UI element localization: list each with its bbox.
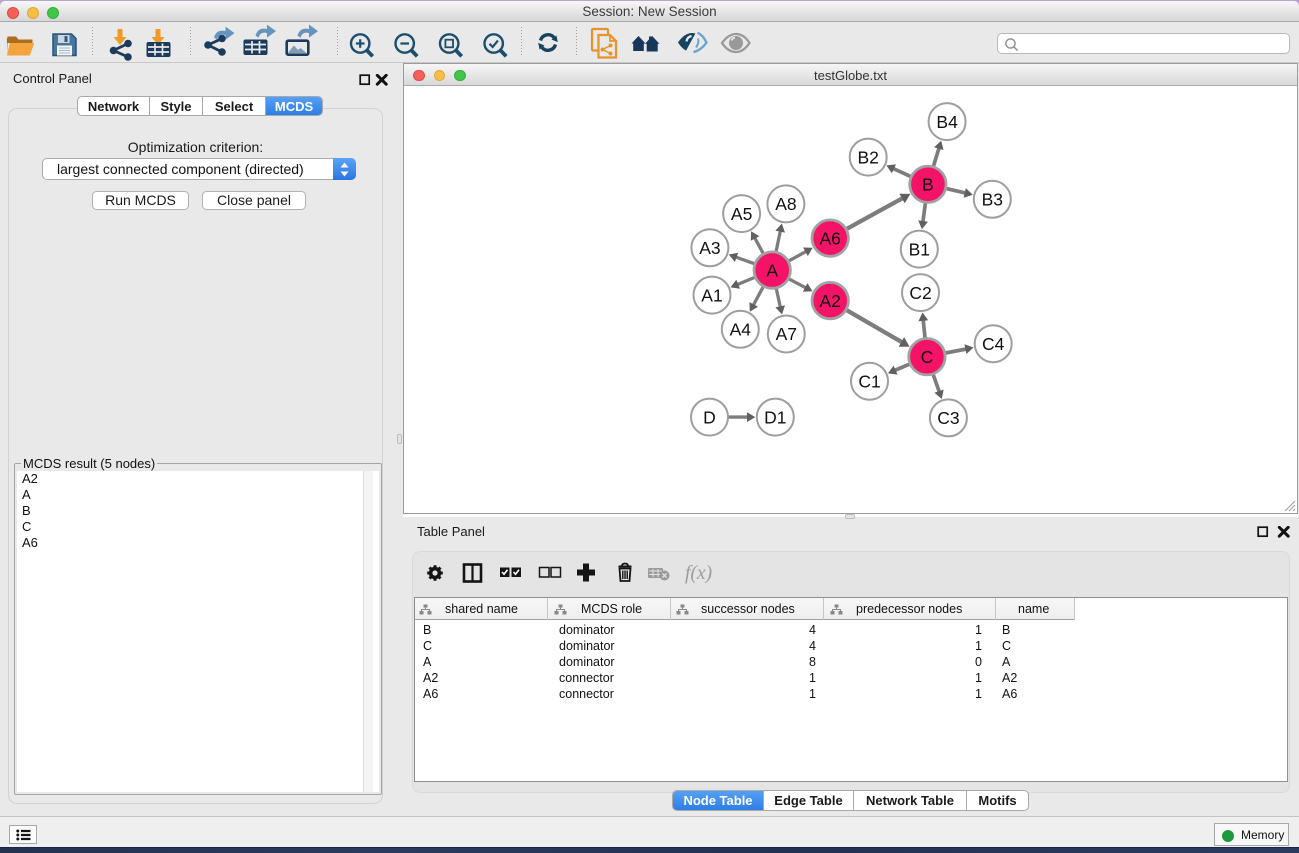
svg-text:f(x): f(x): [685, 563, 712, 584]
svg-text:C1: C1: [858, 371, 880, 391]
svg-text:B2: B2: [857, 147, 878, 167]
svg-text:A4: A4: [730, 320, 752, 340]
svg-text:A8: A8: [775, 194, 796, 214]
svg-text:A7: A7: [776, 324, 797, 344]
svg-text:A6: A6: [819, 228, 840, 248]
svg-text:C4: C4: [982, 334, 1005, 354]
svg-text:C2: C2: [909, 283, 931, 303]
svg-text:A: A: [766, 260, 778, 280]
svg-text:C3: C3: [937, 408, 959, 428]
svg-text:B3: B3: [982, 190, 1003, 210]
svg-text:B1: B1: [909, 239, 930, 259]
svg-text:A3: A3: [699, 238, 720, 258]
svg-text:D1: D1: [764, 407, 786, 427]
svg-text:B4: B4: [936, 112, 958, 132]
svg-text:A1: A1: [701, 285, 722, 305]
svg-text:D: D: [703, 407, 716, 427]
svg-text:A5: A5: [731, 204, 752, 224]
svg-text:A2: A2: [819, 291, 840, 311]
svg-text:B: B: [922, 175, 934, 195]
svg-text:C: C: [921, 347, 934, 367]
